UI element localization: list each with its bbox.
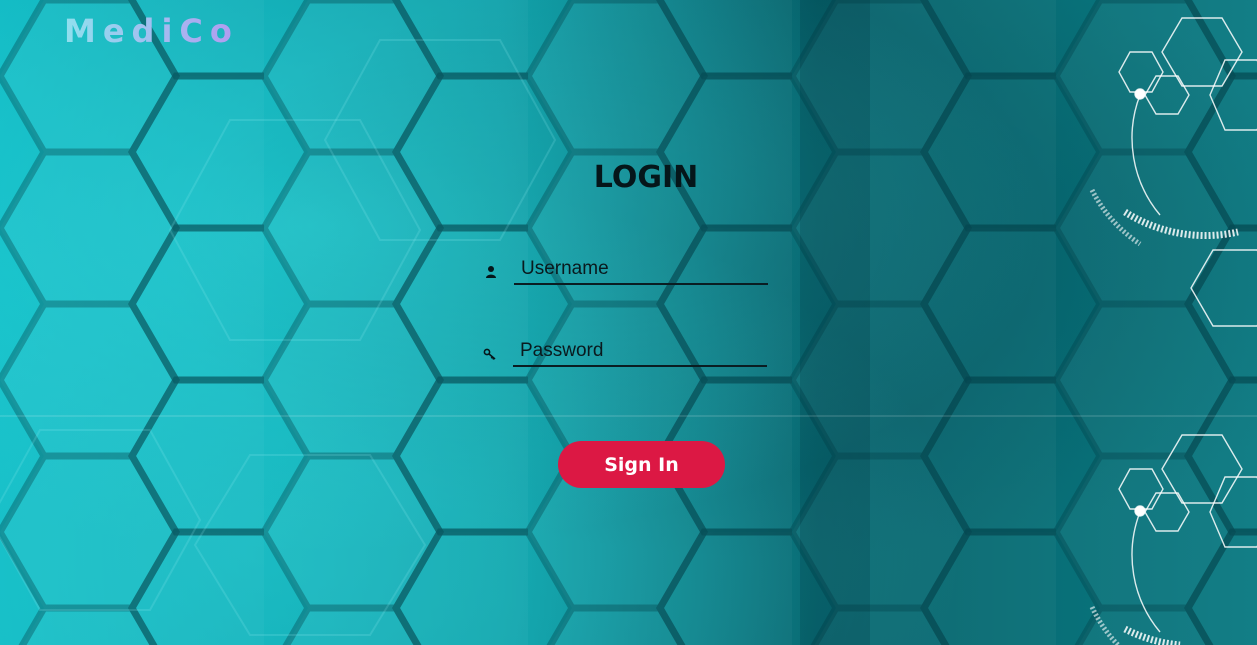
key-icon — [483, 348, 496, 360]
sign-in-button[interactable]: Sign In — [558, 441, 725, 488]
hexagon-background-pattern — [0, 0, 1257, 645]
background-seam — [0, 415, 1257, 417]
login-title: LOGIN — [593, 160, 699, 195]
password-input[interactable] — [513, 337, 767, 367]
user-icon — [486, 266, 496, 278]
username-field — [484, 255, 774, 287]
brand-logo[interactable]: MediCo — [64, 12, 239, 50]
password-field — [483, 337, 773, 369]
username-input[interactable] — [514, 255, 768, 285]
